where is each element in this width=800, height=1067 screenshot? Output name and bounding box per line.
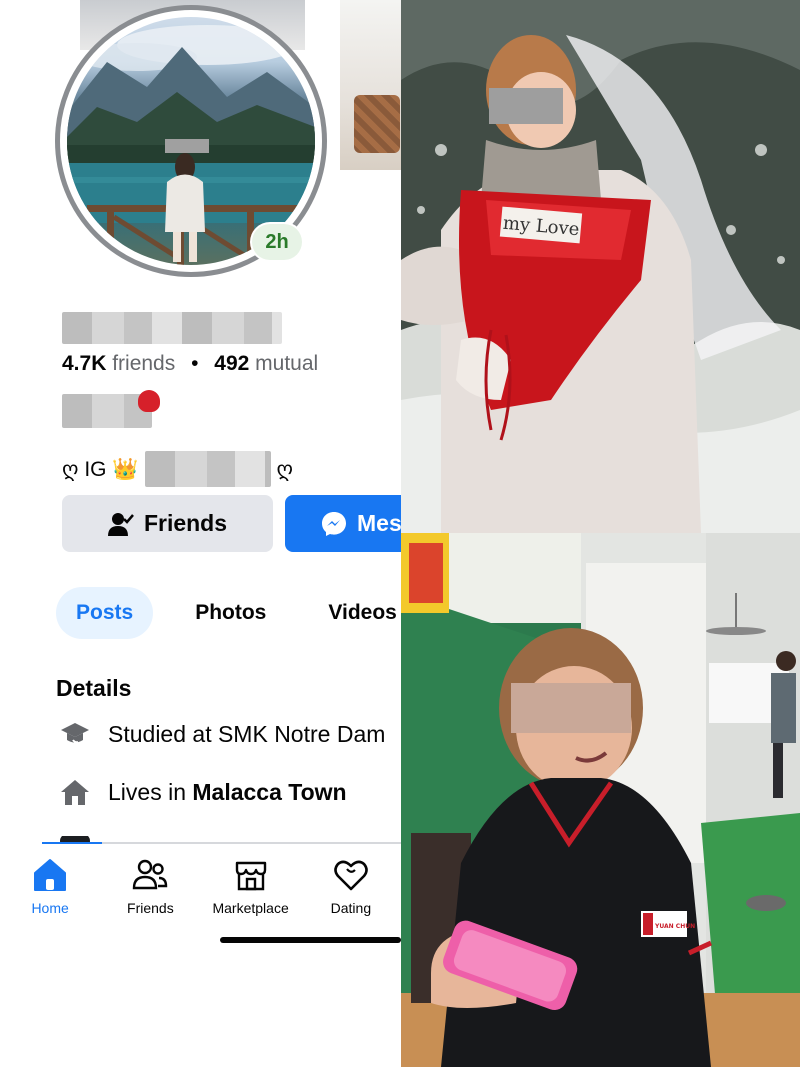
education-text: Studied at SMK Notre Dam: [108, 720, 386, 747]
tab-videos[interactable]: Videos: [308, 587, 401, 639]
residence-place: Malacca Town: [192, 778, 347, 805]
story-time-text: 2h: [252, 224, 302, 260]
friends-count: 4.7K: [62, 352, 107, 375]
tab-photos-label: Photos: [195, 601, 267, 624]
tab-photos[interactable]: Photos: [175, 587, 286, 639]
photo-restaurant: YUAN CHUN: [401, 533, 800, 1067]
friend-check-icon: [107, 512, 134, 536]
nav-home-label: Home: [31, 900, 69, 916]
mutual-count: 492: [214, 352, 250, 375]
shirt-logo-text: YUAN CHUN: [654, 923, 695, 930]
nav-dating[interactable]: Dating: [301, 844, 401, 944]
message-button-label: Mes: [357, 510, 401, 536]
bio-prefix: ღ IG 👑: [62, 457, 139, 481]
nav-dating-label: Dating: [330, 900, 372, 916]
profile-name-censored: [62, 312, 282, 344]
details-heading: Details: [56, 675, 132, 701]
nav-friends[interactable]: Friends: [100, 844, 200, 944]
graduation-cap-icon: [61, 723, 89, 744]
bio-instagram-line: ღ IG 👑 ღ: [62, 451, 293, 487]
home-icon: [34, 859, 67, 891]
dating-icon: [334, 860, 368, 891]
message-button[interactable]: Mes: [285, 495, 401, 552]
nav-home[interactable]: Home: [0, 844, 100, 944]
stats-separator: •: [191, 352, 199, 375]
residence-prefix: Lives in: [108, 778, 193, 805]
story-time-badge: 2h: [250, 222, 304, 262]
rose-emoji: [138, 390, 160, 412]
friends-label: friends: [112, 352, 176, 375]
detail-education[interactable]: Studied at SMK Notre Dam: [60, 720, 385, 748]
cover-handbag: [354, 95, 400, 153]
mutual-label: mutual: [255, 352, 319, 375]
nav-marketplace-label: Marketplace: [212, 900, 289, 916]
home-house-icon: [61, 780, 89, 805]
bottom-navigation: Home Friends Marketplace Dating: [0, 844, 401, 944]
marketplace-icon: [235, 861, 266, 891]
facebook-profile-panel: 2h 4.7K friends • 492 mutual ღ IG 👑 ღ Fr…: [0, 0, 401, 1067]
tab-posts[interactable]: Posts: [56, 587, 154, 639]
home-indicator: [220, 937, 401, 943]
instagram-handle-censored: [144, 451, 271, 487]
nav-friends-label: Friends: [127, 900, 174, 916]
profile-tabs: Posts Photos Videos: [56, 587, 401, 639]
friends-stats[interactable]: 4.7K friends • 492 mutual: [62, 352, 318, 376]
friends-icon: [133, 859, 168, 890]
tab-videos-label: Videos: [328, 601, 397, 624]
messenger-icon: [322, 511, 346, 536]
detail-residence[interactable]: Lives in Malacca Town: [60, 778, 347, 806]
photo-bouquet-snow: my Love: [401, 0, 800, 533]
residence-text: Lives in Malacca Town: [108, 779, 347, 806]
friends-button[interactable]: Friends: [62, 495, 273, 552]
bio-suffix: ღ: [276, 457, 294, 481]
friends-button-label: Friends: [143, 510, 228, 536]
tab-posts-label: Posts: [76, 601, 134, 624]
nav-marketplace[interactable]: Marketplace: [201, 844, 301, 944]
